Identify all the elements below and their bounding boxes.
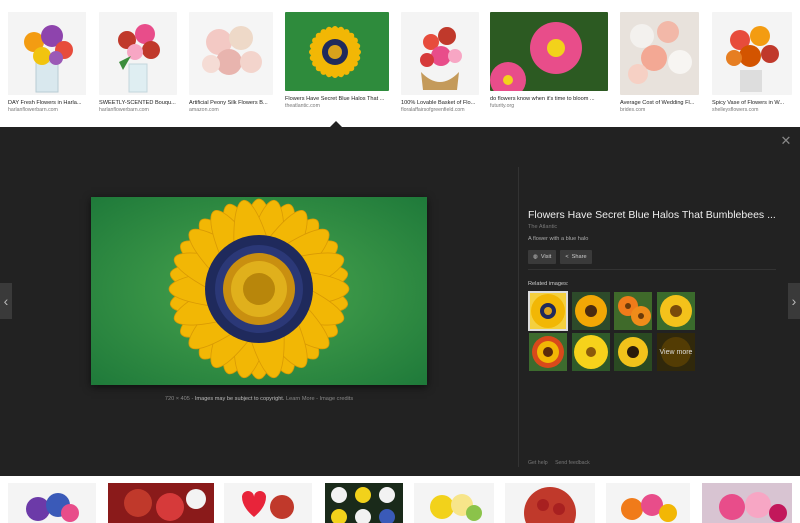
result-thumbnail[interactable] <box>712 12 792 95</box>
result-tile[interactable]: DAY Fresh Flowers in Harla... harlanflow… <box>8 12 86 114</box>
share-icon: < <box>565 254 569 260</box>
result-thumbnail[interactable] <box>606 483 690 523</box>
preview-title[interactable]: Flowers Have Secret Blue Halos That Bumb… <box>528 209 788 221</box>
result-source: harlanflowerbarn.com <box>99 107 149 113</box>
result-thumbnail[interactable] <box>325 483 403 523</box>
related-image[interactable] <box>572 292 610 330</box>
result-caption[interactable]: do flowers know when it's time to bloom … <box>490 95 608 103</box>
result-thumbnail[interactable] <box>99 12 177 95</box>
image-preview-panel: ✕ ‹ › 720 × 405 - Images may be subject … <box>0 127 800 476</box>
result-source: amazon.com <box>189 107 219 113</box>
preview-site[interactable]: The Atlantic <box>528 224 788 230</box>
share-label: Share <box>571 254 587 260</box>
details-divider <box>528 269 776 270</box>
result-caption[interactable]: Average Cost of Wedding Fl... <box>620 99 699 107</box>
result-thumbnail[interactable] <box>285 12 389 91</box>
related-image[interactable] <box>572 333 610 371</box>
result-tile[interactable]: Spicy Vase of Flowers in W... shelleysfl… <box>712 12 792 114</box>
result-source: futurity.org <box>490 103 515 109</box>
chevron-right-icon[interactable]: › <box>788 283 800 319</box>
result-thumbnail[interactable] <box>702 483 792 523</box>
learn-more-link[interactable]: Learn More <box>286 396 315 402</box>
result-thumbnail[interactable] <box>108 483 214 523</box>
result-caption[interactable]: Flowers Have Secret Blue Halos That ... <box>285 95 389 103</box>
result-source: theatlantic.com <box>285 103 320 109</box>
related-image[interactable] <box>614 292 652 330</box>
image-meta: 720 × 405 - Images may be subject to cop… <box>164 396 354 402</box>
related-image[interactable] <box>528 291 568 331</box>
chevron-left-icon[interactable]: ‹ <box>0 283 12 319</box>
share-button[interactable]: < Share <box>560 250 592 264</box>
result-thumbnail[interactable] <box>224 483 312 523</box>
get-help-link[interactable]: Get help <box>528 460 548 466</box>
related-image[interactable] <box>529 333 567 371</box>
results-strip-bottom <box>0 476 800 523</box>
result-tile[interactable]: SWEETLY-SCENTED Bouqu... harlanflowerbar… <box>99 12 177 114</box>
related-image[interactable] <box>614 333 652 371</box>
result-thumbnail[interactable] <box>505 483 595 523</box>
result-thumbnail[interactable] <box>189 12 273 95</box>
preview-details: Flowers Have Secret Blue Halos That Bumb… <box>528 209 788 264</box>
result-thumbnail[interactable] <box>8 483 96 523</box>
result-thumbnail[interactable] <box>414 483 494 523</box>
result-caption[interactable]: SWEETLY-SCENTED Bouqu... <box>99 99 177 107</box>
result-caption[interactable]: Artificial Peony Silk Flowers B... <box>189 99 273 107</box>
result-thumbnail[interactable] <box>8 12 86 95</box>
globe-icon: ◍ <box>533 254 538 260</box>
view-more-label: View more <box>657 333 695 371</box>
send-feedback-link[interactable]: Send feedback <box>555 460 590 466</box>
result-caption[interactable]: 100% Lovable Basket of Flo... <box>401 99 479 107</box>
related-images-label: Related images: <box>528 281 569 287</box>
preview-description: A flower with a blue halo <box>528 236 589 242</box>
image-dimensions: 720 × 405 <box>164 396 190 402</box>
result-source: harlanflowerbarn.com <box>8 107 58 113</box>
result-source: shelleysflowers.com <box>712 107 759 113</box>
close-icon[interactable]: ✕ <box>780 134 792 147</box>
view-more-tile[interactable]: View more <box>657 333 695 371</box>
panel-footer: Get help Send feedback <box>528 460 596 466</box>
result-tile[interactable]: 100% Lovable Basket of Flo... floralaffa… <box>401 12 479 114</box>
result-tile[interactable]: Artificial Peony Silk Flowers B... amazo… <box>189 12 273 114</box>
result-thumbnail[interactable] <box>401 12 479 95</box>
result-tile[interactable]: Average Cost of Wedding Fl... brides.com <box>620 12 699 114</box>
result-thumbnail[interactable] <box>490 12 608 91</box>
related-image[interactable] <box>657 292 695 330</box>
result-tile[interactable]: do flowers know when it's time to bloom … <box>490 12 608 110</box>
result-tile-selected[interactable]: Flowers Have Secret Blue Halos That ... … <box>285 12 389 110</box>
result-caption[interactable]: DAY Fresh Flowers in Harla... <box>8 99 86 107</box>
preview-image[interactable] <box>91 197 427 385</box>
result-thumbnail[interactable] <box>620 12 699 95</box>
image-credits-link[interactable]: Image credits <box>320 396 354 402</box>
result-caption[interactable]: Spicy Vase of Flowers in W... <box>712 99 792 107</box>
panel-divider <box>518 167 519 467</box>
copyright-notice: Images may be subject to copyright. <box>194 396 285 402</box>
visit-label: Visit <box>540 254 552 260</box>
results-strip-top: DAY Fresh Flowers in Harla... harlanflow… <box>0 0 800 127</box>
result-source: floralaffairsofgreenfield.com <box>401 107 465 113</box>
visit-button[interactable]: ◍ Visit <box>528 250 557 264</box>
result-source: brides.com <box>620 107 646 113</box>
